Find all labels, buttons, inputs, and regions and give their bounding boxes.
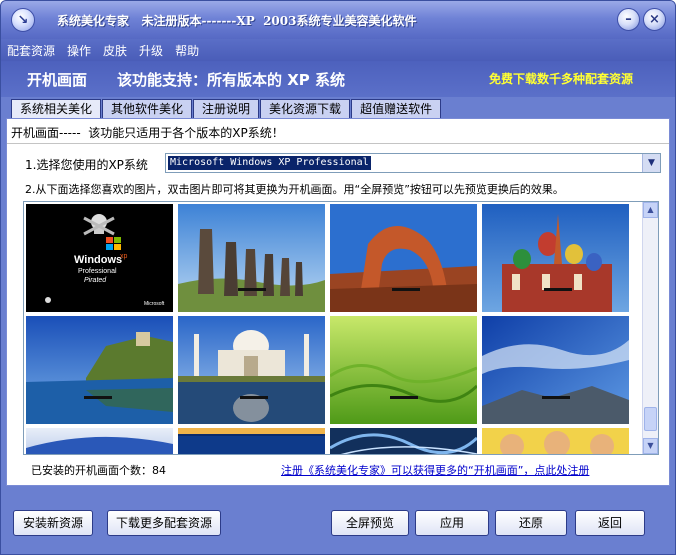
install-resource-button[interactable]: 安装新资源 [13, 510, 93, 536]
scroll-down-icon[interactable]: ▼ [643, 438, 658, 454]
divider [7, 143, 669, 144]
menu-skin[interactable]: 皮肤 [103, 42, 127, 59]
thumb-text-xp: xp [120, 253, 128, 260]
back-button[interactable]: 返回 [575, 510, 645, 536]
title-bar[interactable]: ↘ 系统美化专家 未注册版本-------XP 2003系统专业美容美化软件 –… [1, 1, 675, 39]
app-window: ↘ 系统美化专家 未注册版本-------XP 2003系统专业美容美化软件 –… [0, 0, 676, 555]
thumb-text-microsoft: Microsoft [144, 301, 165, 307]
content-panel: 开机画面----- 该功能只适用于各个版本的XP系统！ 1.选择您使用的XP系统… [6, 118, 670, 486]
scroll-up-icon[interactable]: ▲ [643, 202, 658, 218]
thumb-green-grass[interactable] [330, 316, 477, 424]
thumb-row3-cartoon[interactable] [482, 428, 629, 455]
thumb-text-windows: Windows [74, 254, 122, 266]
menu-operate[interactable]: 操作 [67, 42, 91, 59]
thumb-blue-sky-mountain[interactable] [482, 316, 629, 424]
menu-help[interactable]: 帮助 [175, 42, 199, 59]
thumb-st-basils[interactable] [482, 204, 629, 312]
promo-link[interactable]: 免费下载数千多种配套资源 [489, 70, 633, 87]
minimize-button[interactable]: – [617, 8, 640, 31]
chevron-down-icon[interactable]: ▼ [642, 154, 660, 172]
close-button[interactable]: × [643, 8, 666, 31]
instructions-text: 2.从下面选择您喜欢的图片，双击图片即可将其更换为开机画面。用“全屏预览”按钮可… [25, 183, 564, 196]
thumb-row3-blue-gradient[interactable] [26, 428, 173, 455]
tab-resource-download[interactable]: 美化资源下载 [260, 99, 351, 119]
thumb-river-castle[interactable] [26, 316, 173, 424]
app-logo-icon: ↘ [11, 8, 35, 32]
thumb-text-professional: Professional [78, 268, 117, 275]
thumb-taj-mahal[interactable] [178, 316, 325, 424]
os-select[interactable]: Microsoft Windows XP Professional ▼ [165, 153, 661, 173]
menu-bar: 配套资源 操作 皮肤 升级 帮助 [1, 39, 675, 61]
scrollbar-thumb[interactable] [644, 407, 657, 431]
gallery-scrollbar[interactable]: ▲ ▼ [642, 202, 658, 454]
boot-screen-gallery: Windows xp Professional Pirated Microsof… [23, 201, 659, 455]
header-banner: 开机画面 该功能支持：所有版本的 XP 系统 免费下载数千多种配套资源 [1, 61, 675, 97]
notice-text: 开机画面----- 该功能只适用于各个版本的XP系统！ [11, 126, 284, 140]
tab-system-beautify[interactable]: 系统相关美化 [11, 99, 102, 119]
tab-register-info[interactable]: 注册说明 [193, 99, 260, 119]
menu-resources[interactable]: 配套资源 [7, 42, 55, 59]
tab-bonus-software[interactable]: 超值赠送软件 [351, 99, 442, 119]
fullscreen-preview-button[interactable]: 全屏预览 [331, 510, 409, 536]
restore-button[interactable]: 还原 [495, 510, 567, 536]
thumb-windows-pirated[interactable]: Windows xp Professional Pirated Microsof… [26, 204, 173, 312]
download-more-button[interactable]: 下载更多配套资源 [107, 510, 221, 536]
page-subtitle: 该功能支持：所有版本的 XP 系统 [117, 71, 346, 89]
thumb-row3-dark-blue[interactable] [178, 428, 325, 455]
apply-button[interactable]: 应用 [415, 510, 489, 536]
register-link[interactable]: 注册《系统美化专家》可以获得更多的“开机画面”，点此处注册 [281, 462, 589, 478]
os-select-value: Microsoft Windows XP Professional [168, 156, 371, 170]
window-title: 系统美化专家 未注册版本-------XP 2003系统专业美容美化软件 [57, 14, 417, 28]
menu-upgrade[interactable]: 升级 [139, 42, 163, 59]
thumb-text-pirated: Pirated [84, 277, 107, 284]
installed-count: 已安装的开机画面个数：84 [31, 464, 166, 477]
thumb-easter-island[interactable] [178, 204, 325, 312]
tab-strip: 系统相关美化 其他软件美化 注册说明 美化资源下载 超值赠送软件 [11, 99, 442, 119]
page-title: 开机画面 [27, 71, 88, 89]
tab-other-software[interactable]: 其他软件美化 [102, 99, 193, 119]
os-select-label: 1.选择您使用的XP系统 [25, 158, 148, 172]
thumb-row3-abstract[interactable] [330, 428, 477, 455]
button-bar: 安装新资源 下载更多配套资源 全屏预览 应用 还原 返回 [1, 491, 675, 554]
thumb-delicate-arch[interactable] [330, 204, 477, 312]
